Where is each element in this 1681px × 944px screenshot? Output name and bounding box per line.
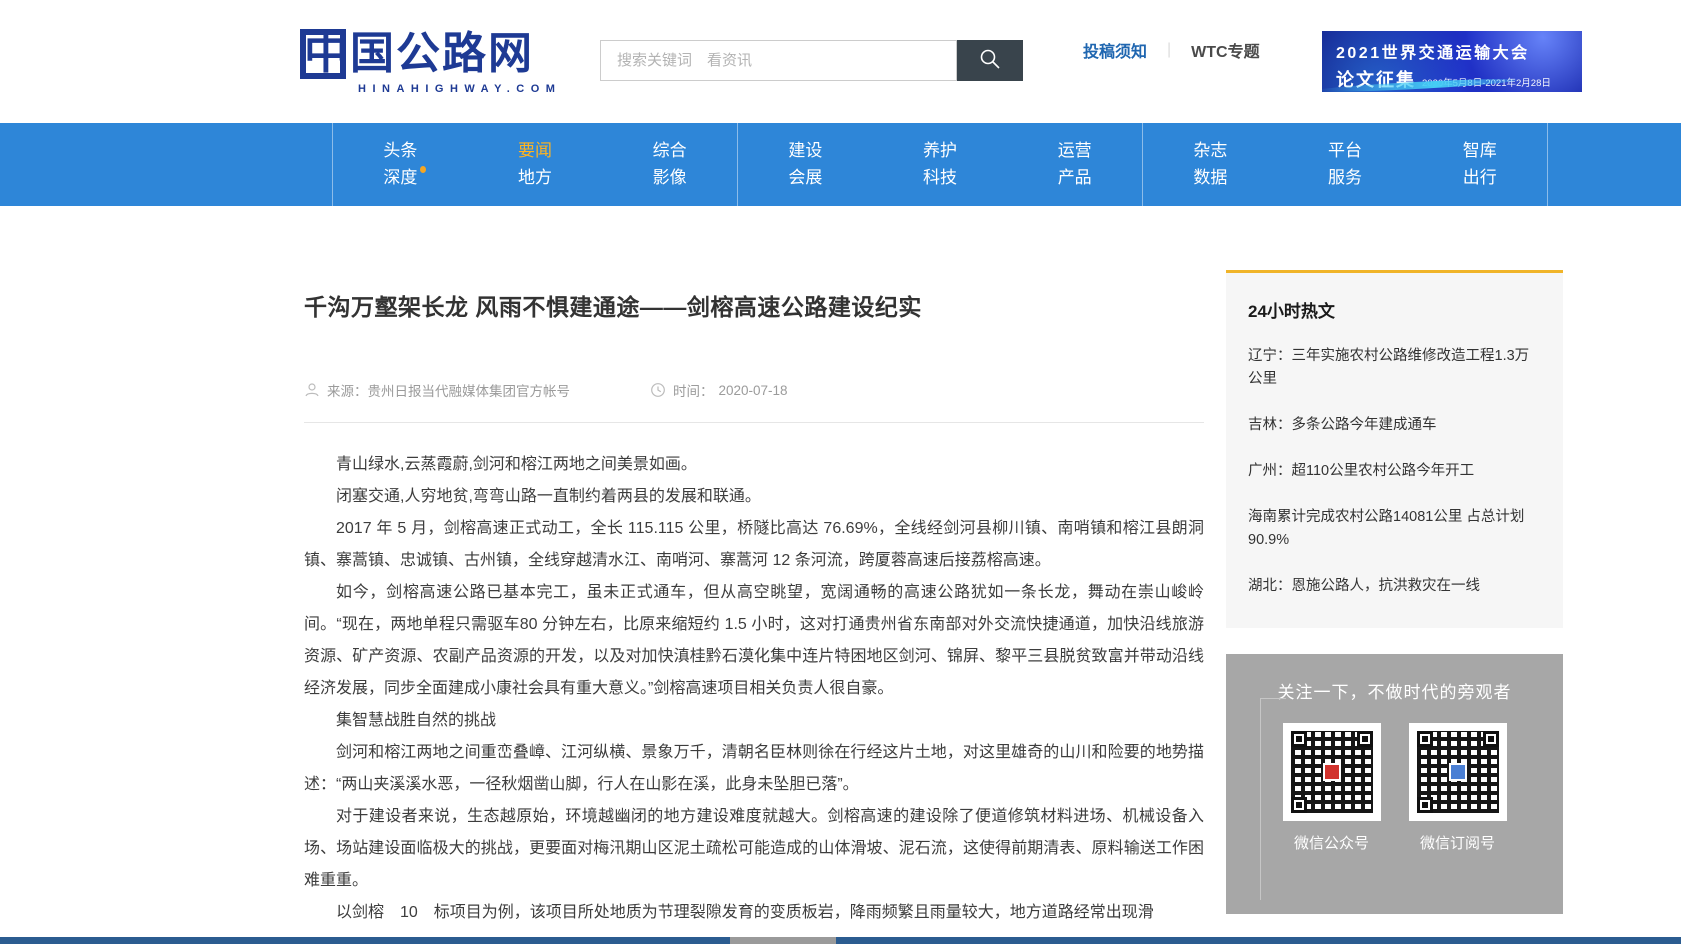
meta-divider (304, 422, 1204, 423)
nav-col-yanghu-keji: 养护 科技 (873, 123, 1008, 206)
nav-item-toutiao[interactable]: 头条 (383, 141, 417, 161)
hot-article-link[interactable]: 吉林：多条公路今年建成通车 (1248, 414, 1541, 437)
paragraph: 闭塞交通,人穷地贫,弯弯山路一直制约着两县的发展和联通。 (304, 481, 1204, 513)
article-meta: 来源： 贵州日报当代融媒体集团官方帐号 时间： 2020-07-18 (304, 380, 1204, 400)
banner-title: 2021世界交通运输大会 (1336, 39, 1582, 63)
nav-item-shendu[interactable]: 深度 (383, 168, 417, 188)
footer-top-bar (0, 937, 1681, 944)
article-body: 青山绿水,云蒸霞蔚,剑河和榕江两地之间美景如画。 闭塞交通,人穷地贫,弯弯山路一… (304, 449, 1204, 929)
hot-article-link[interactable]: 广州：超110公里农村公路今年开工 (1248, 460, 1541, 483)
paragraph: 如今，剑榕高速公路已基本完工，虽未正式通车，但从高空眺望，宽阔通畅的高速公路犹如… (304, 577, 1204, 705)
qr-finder-icon (1291, 797, 1307, 813)
nav-item-yaowen-active[interactable]: 要闻 (518, 141, 552, 161)
header-links: 投稿须知 | WTC专题 (1083, 38, 1260, 62)
qr-finder-icon (1483, 731, 1499, 747)
hot-articles-title: 24小时热文 (1248, 297, 1541, 322)
nav-item-keji[interactable]: 科技 (923, 168, 957, 188)
clock-icon (650, 382, 666, 398)
site-logo[interactable]: 中国公路网 HINAHIGHWAY.COM (300, 28, 561, 95)
hot-article-link[interactable]: 海南累计完成农村公路14081公里 占总计划90.9% (1248, 506, 1541, 552)
nav-item-zazhi[interactable]: 杂志 (1193, 141, 1227, 161)
nav-item-zhiku[interactable]: 智库 (1463, 141, 1497, 161)
nav-item-huizhan[interactable]: 会展 (788, 168, 822, 188)
nav-item-fuwu[interactable]: 服务 (1328, 168, 1362, 188)
nav-col-zonghe-yingxiang: 综合 影像 (602, 123, 738, 206)
nav-col-toutiao-shendu: 头条 深度 (333, 123, 468, 206)
qr-code-subscription (1409, 723, 1507, 821)
main-nav: 头条 深度 要闻 地方 综合 影像 建设 会展 养护 科技 运营 产品 (0, 123, 1681, 206)
wechat-public-account: 微信公众号 (1283, 723, 1381, 853)
qr-finder-icon (1417, 731, 1433, 747)
time-label: 时间： (673, 380, 714, 400)
paragraph: 2017 年 5 月，剑榕高速正式动工，全长 115.115 公里，桥隧比高达 … (304, 513, 1204, 577)
qr-finder-icon (1417, 797, 1433, 813)
wechat-subscription-account: 微信订阅号 (1409, 723, 1507, 853)
search-bar (600, 40, 1023, 81)
article: 千沟万壑架长龙 风雨不惧建通途——剑榕高速公路建设纪实 来源： 贵州日报当代融媒… (304, 288, 1204, 929)
site-domain: HINAHIGHWAY.COM (358, 83, 561, 95)
wechat-follow-box: 关注一下，不做时代的旁观者 微信公众号 (1226, 654, 1563, 914)
banner-ad-wtc2021[interactable]: 2021世界交通运输大会 论文征集 2020年5月8日-2021年2月28日 (1322, 31, 1582, 92)
qr-center-logo (1449, 763, 1467, 781)
qr-finder-icon (1357, 731, 1373, 747)
nav-col-zhiku-chuxing: 智库 出行 (1412, 123, 1548, 206)
nav-item-chanpin[interactable]: 产品 (1058, 168, 1092, 188)
nav-item-yanghu[interactable]: 养护 (923, 141, 957, 161)
search-button[interactable] (957, 40, 1023, 81)
nav-item-shendu-label: 深度 (383, 168, 417, 187)
qr-label-public: 微信公众号 (1283, 832, 1381, 853)
nav-col-yunying-chanpin: 运营 产品 (1007, 123, 1143, 206)
qr-finder-icon (1291, 731, 1307, 747)
article-title: 千沟万壑架长龙 风雨不惧建通途——剑榕高速公路建设纪实 (304, 288, 1204, 322)
nav-item-chuxing[interactable]: 出行 (1463, 168, 1497, 188)
banner-dates: 2020年5月8日-2021年2月28日 (1422, 75, 1551, 89)
nav-item-zonghe[interactable]: 综合 (653, 141, 687, 161)
hot-article-link[interactable]: 辽宁：三年实施农村公路维修改造工程1.3万公里 (1248, 345, 1541, 391)
submission-notice-link[interactable]: 投稿须知 (1083, 38, 1147, 62)
source-value: 贵州日报当代融媒体集团官方帐号 (368, 380, 571, 400)
search-input[interactable] (600, 40, 957, 81)
source-label: 来源： (327, 380, 368, 400)
page: 中国公路网 HINAHIGHWAY.COM 投稿须知 | WTC专题 2021世… (0, 0, 1681, 944)
nav-item-yunying[interactable]: 运营 (1058, 141, 1092, 161)
nav-item-jianshe[interactable]: 建设 (788, 141, 822, 161)
sidebar: 24小时热文 辽宁：三年实施农村公路维修改造工程1.3万公里 吉林：多条公路今年… (1226, 270, 1563, 914)
person-icon (304, 382, 320, 398)
nav-columns: 头条 深度 要闻 地方 综合 影像 建设 会展 养护 科技 运营 产品 (332, 123, 1548, 206)
time-wrap: 时间： 2020-07-18 (650, 380, 788, 400)
follow-title: 关注一下，不做时代的旁观者 (1226, 678, 1563, 703)
banner-cta: 论文征集 (1336, 66, 1416, 92)
nav-item-yingxiang[interactable]: 影像 (653, 168, 687, 188)
nav-col-zazhi-shuju: 杂志 数据 (1143, 123, 1278, 206)
nav-col-yaowen-difang: 要闻 地方 (468, 123, 603, 206)
nav-item-shuju[interactable]: 数据 (1193, 168, 1227, 188)
nav-item-pingtai[interactable]: 平台 (1328, 141, 1362, 161)
paragraph: 以剑榕 10 标项目为例，该项目所处地质为节理裂隙发育的变质板岩，降雨频繁且雨量… (304, 897, 1204, 929)
link-separator: | (1167, 41, 1171, 59)
site-name: 中国公路网 (304, 29, 534, 79)
qr-code-public (1283, 723, 1381, 821)
horizontal-scrollbar-thumb[interactable] (730, 937, 836, 944)
nav-item-difang[interactable]: 地方 (518, 168, 552, 188)
qr-center-logo (1323, 763, 1341, 781)
paragraph: 青山绿水,云蒸霞蔚,剑河和榕江两地之间美景如画。 (304, 449, 1204, 481)
hot-article-link[interactable]: 湖北：恩施公路人，抗洪救灾在一线 (1248, 575, 1541, 598)
time-value: 2020-07-18 (719, 383, 788, 398)
search-icon (977, 46, 1003, 75)
new-indicator-dot (420, 166, 426, 173)
nav-col-jianshe-huizhan: 建设 会展 (738, 123, 873, 206)
nav-col-pingtai-fuwu: 平台 服务 (1278, 123, 1413, 206)
wtc-topic-link[interactable]: WTC专题 (1191, 38, 1259, 62)
paragraph: 剑河和榕江两地之间重峦叠嶂、江河纵横、景象万千，清朝名臣林则徐在行经这片土地，对… (304, 737, 1204, 801)
paragraph: 对于建设者来说，生态越原始，环境越幽闭的地方建设难度就越大。剑榕高速的建设除了便… (304, 801, 1204, 897)
hot-articles-box: 24小时热文 辽宁：三年实施农村公路维修改造工程1.3万公里 吉林：多条公路今年… (1226, 270, 1563, 628)
header: 中国公路网 HINAHIGHWAY.COM 投稿须知 | WTC专题 2021世… (0, 0, 1681, 123)
paragraph: 集智慧战胜自然的挑战 (304, 705, 1204, 737)
qr-label-subscription: 微信订阅号 (1409, 832, 1507, 853)
